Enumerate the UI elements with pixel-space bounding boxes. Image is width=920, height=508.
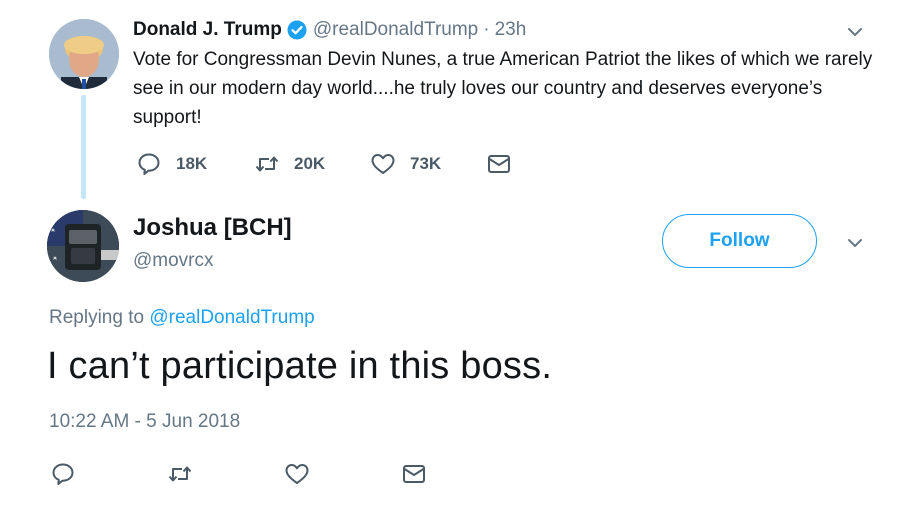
retweet-action[interactable] [167,458,193,490]
like-action[interactable] [284,458,310,490]
header-separator: · [483,19,490,40]
follow-button[interactable]: Follow [662,214,817,268]
parent-avatar[interactable] [49,19,119,89]
heart-icon [284,461,310,487]
verified-badge-icon [287,20,307,40]
reply-author-handle[interactable]: @movrcx [133,250,214,272]
reply-timestamp[interactable]: 10:22 AM - 5 Jun 2018 [49,411,240,433]
dm-action[interactable] [401,458,427,490]
reply-action[interactable]: 18K [136,148,207,180]
heart-icon [370,151,396,177]
parent-tweet-header: Donald J. Trump @realDonaldTrump · 23h [133,17,526,43]
dm-action[interactable] [486,148,512,180]
replying-to-mention[interactable]: @realDonaldTrump [149,307,314,328]
like-count: 73K [410,154,442,173]
chevron-down-icon[interactable] [844,21,866,43]
replying-to-context: Replying to @realDonaldTrump [49,307,315,329]
reply-author-name[interactable]: Joshua [BCH] [133,214,292,242]
thread-connector [81,95,86,199]
parent-tweet-text: Vote for Congressman Devin Nunes, a true… [133,49,873,128]
retweet-arrows-icon [167,461,193,487]
envelope-icon [401,461,427,487]
retweet-arrows-icon [254,151,280,177]
reply-tweet-text: I can’t participate in this boss. [47,345,553,387]
parent-author-handle[interactable]: @realDonaldTrump [313,19,478,41]
chevron-down-icon[interactable] [844,232,866,254]
like-action[interactable]: 73K [370,148,441,180]
envelope-icon [486,151,512,177]
reply-action[interactable] [50,458,76,490]
parent-author-name[interactable]: Donald J. Trump [133,19,282,41]
retweet-count: 20K [294,154,326,173]
speech-bubble-icon [50,461,76,487]
parent-tweet-time[interactable]: 23h [495,19,527,41]
reply-avatar[interactable] [47,210,119,282]
retweet-action[interactable]: 20K [254,148,325,180]
replying-to-label: Replying to [49,307,145,328]
reply-count: 18K [176,154,208,173]
speech-bubble-icon [136,151,162,177]
